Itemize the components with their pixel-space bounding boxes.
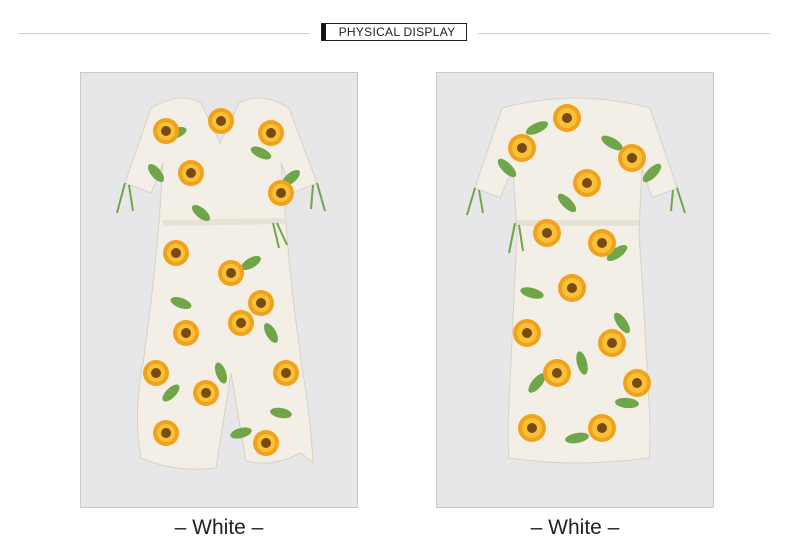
color-caption-back: – White – [530,516,620,539]
dress-back-illustration [466,97,686,464]
header-divider-right [478,33,770,34]
color-caption-front: – White – [174,516,264,539]
title-accent-bar [322,24,326,40]
product-photo-front [80,72,358,508]
dress-front-illustration [116,97,326,470]
section-title: PHYSICAL DISPLAY [338,25,456,39]
section-title-box: PHYSICAL DISPLAY [321,23,467,41]
header-divider-left [18,33,310,34]
product-photo-back [436,72,714,508]
